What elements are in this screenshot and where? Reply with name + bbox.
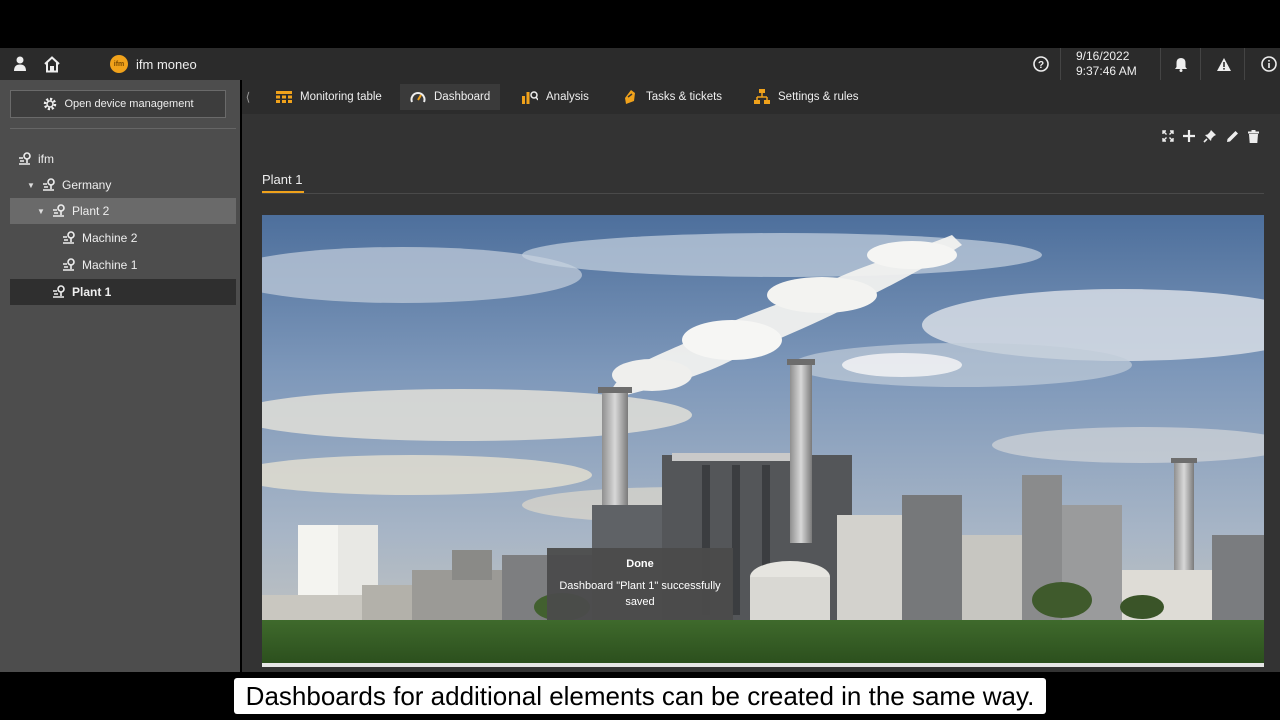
tree-item-label: Plant 2 — [72, 204, 110, 218]
table-icon — [276, 89, 292, 105]
info-icon[interactable] — [1259, 54, 1279, 74]
tab-tasks-tickets[interactable]: Tasks & tickets — [612, 84, 732, 110]
tab-dashboard[interactable]: Dashboard — [400, 84, 501, 110]
location-node-icon — [62, 258, 76, 272]
chart-icon — [522, 89, 538, 105]
tab-label: Tasks & tickets — [646, 91, 723, 103]
tree-item-germany[interactable]: ▼ Germany — [10, 172, 236, 198]
video-caption: Dashboards for additional elements can b… — [234, 678, 1046, 714]
expand-arrow-icon[interactable]: ▼ — [36, 207, 46, 216]
caption-bar: Dashboards for additional elements can b… — [0, 672, 1280, 720]
edit-pencil-icon[interactable] — [1224, 128, 1240, 144]
location-node-icon — [62, 231, 76, 245]
tab-settings-rules[interactable]: Settings & rules — [744, 84, 869, 110]
help-icon[interactable]: ? — [1031, 54, 1051, 74]
gauge-icon — [410, 89, 426, 105]
sidebar-divider — [10, 128, 236, 129]
open-device-management-button[interactable]: Open device management — [10, 90, 226, 118]
delete-trash-icon[interactable] — [1245, 128, 1261, 144]
header-date: 9/16/2022 — [1076, 49, 1130, 63]
ifm-logo-icon: ifm — [110, 55, 128, 73]
open-device-management-label: Open device management — [64, 98, 194, 110]
tree-item-machine-1[interactable]: Machine 1 — [10, 252, 236, 278]
save-success-toast: Done Dashboard "Plant 1" successfully sa… — [547, 548, 733, 620]
tab-label: Analysis — [546, 91, 589, 103]
tree-item-label: ifm — [38, 152, 54, 166]
fullscreen-icon[interactable] — [1160, 128, 1176, 144]
pin-icon[interactable] — [1202, 128, 1218, 144]
location-node-icon — [42, 178, 56, 192]
ticket-icon — [622, 89, 638, 105]
header-datetime: 9/16/2022 9:37:46 AM — [1076, 48, 1137, 80]
header-divider — [1244, 48, 1245, 80]
home-icon[interactable] — [42, 54, 62, 74]
location-node-icon — [18, 152, 32, 166]
svg-text:?: ? — [1038, 60, 1044, 71]
tab-label: Settings & rules — [778, 91, 859, 103]
sidebar-collapse-handle[interactable]: ⟨ — [241, 80, 255, 114]
header-time: 9:37:46 AM — [1076, 64, 1137, 78]
gear-icon — [44, 97, 57, 111]
tab-label: Dashboard — [434, 91, 491, 103]
tree-item-machine-2[interactable]: Machine 2 — [10, 225, 236, 251]
location-node-icon — [52, 204, 66, 218]
tab-label: Monitoring table — [300, 91, 382, 103]
settings-tree-icon — [754, 89, 770, 105]
top-bar: ifm ifm moneo ? 9/16/2022 9:37:46 AM — [0, 48, 1280, 80]
bell-icon[interactable] — [1171, 54, 1191, 74]
location-node-icon — [52, 285, 66, 299]
main-content: Monitoring table Dashboard Analysis Task… — [242, 80, 1280, 672]
tab-monitoring-table[interactable]: Monitoring table — [266, 84, 392, 110]
tree-item-label: Germany — [62, 178, 112, 192]
warning-icon[interactable] — [1214, 54, 1234, 74]
main-tab-bar: Monitoring table Dashboard Analysis Task… — [242, 80, 1280, 114]
expand-arrow-icon[interactable]: ▼ — [26, 181, 36, 190]
sidebar: Open device management ifm ▼ Germany ▼ P… — [0, 80, 240, 672]
tree-item-label: Plant 1 — [72, 285, 112, 299]
app-name: ifm moneo — [136, 56, 197, 72]
tree-item-label: Machine 2 — [82, 231, 138, 245]
tab-analysis[interactable]: Analysis — [512, 84, 599, 110]
dashboard-page-tab[interactable]: Plant 1 — [262, 172, 302, 187]
industrial-plant-image — [262, 215, 1264, 667]
tree-item-plant-1[interactable]: Plant 1 — [10, 279, 236, 305]
tree-item-plant-2[interactable]: ▼ Plant 2 — [10, 198, 236, 224]
page-tab-divider — [262, 193, 1264, 194]
app-brand: ifm ifm moneo — [110, 54, 197, 74]
header-divider — [1060, 48, 1061, 80]
dashboard-image-widget[interactable] — [262, 215, 1264, 667]
tree-item-ifm[interactable]: ifm — [10, 146, 236, 172]
header-divider — [1160, 48, 1161, 80]
toast-message: Dashboard "Plant 1" successfully saved — [559, 580, 721, 608]
tree-item-label: Machine 1 — [82, 258, 138, 272]
add-icon[interactable] — [1181, 128, 1197, 144]
user-icon[interactable] — [10, 54, 30, 74]
header-divider — [1200, 48, 1201, 80]
toast-title: Done — [626, 558, 654, 570]
